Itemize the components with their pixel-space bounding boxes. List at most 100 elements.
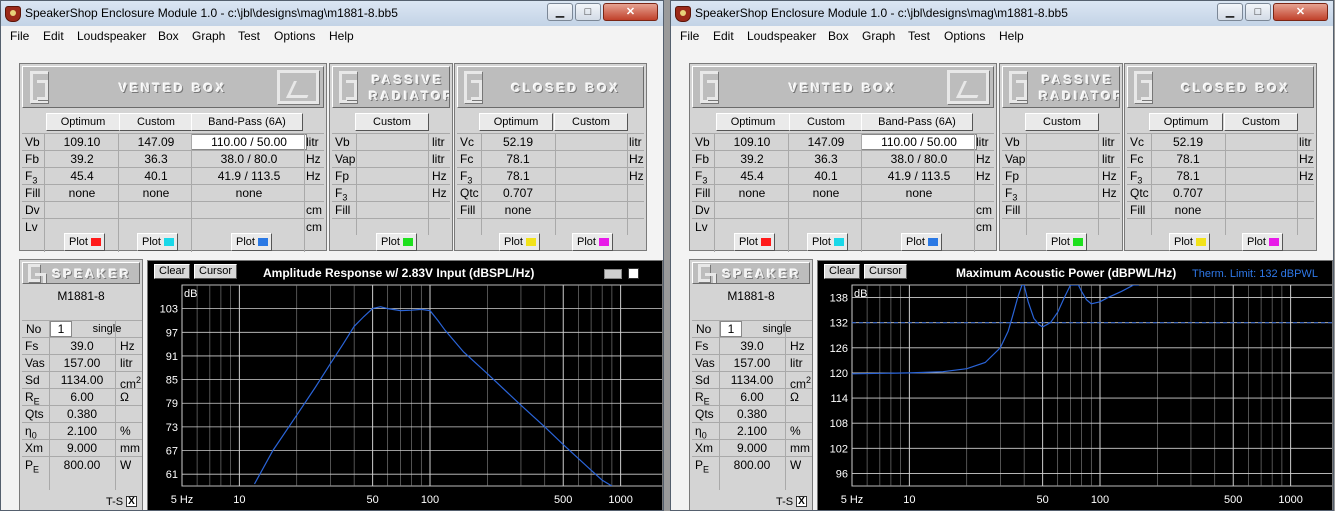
speaker-param-value[interactable]: 2.100 — [719, 423, 785, 439]
vented-plot-button-2[interactable]: Plot — [807, 233, 848, 251]
closed-value[interactable] — [1225, 168, 1299, 184]
speaker-param-value[interactable]: 6.00 — [49, 389, 115, 405]
vented-value[interactable] — [191, 202, 307, 218]
menu-options[interactable]: Options — [944, 29, 985, 43]
vented-value[interactable]: 38.0 / 80.0 — [191, 151, 307, 167]
closed-value[interactable]: 78.1 — [481, 168, 555, 184]
closed-value[interactable] — [555, 151, 629, 167]
response-chart[interactable]: dB103979185797367615 Hz10501005001000200… — [148, 261, 662, 511]
speaker-param-value[interactable]: 1134.00 — [719, 372, 785, 388]
minimize-button[interactable]: ▁ — [1217, 3, 1243, 21]
speaker-param-value[interactable]: 6.00 — [719, 389, 785, 405]
closed-optimum-button[interactable]: Optimum — [479, 113, 553, 131]
closed-value[interactable] — [555, 134, 629, 150]
speaker-param-value[interactable]: 39.0 — [719, 338, 785, 354]
vented-plot-button-1[interactable]: Plot — [64, 233, 105, 251]
vented-value[interactable]: none — [44, 185, 120, 201]
vented-optimum-button[interactable]: Optimum — [46, 113, 120, 131]
menu-options[interactable]: Options — [274, 29, 315, 43]
closed-custom-button[interactable]: Custom — [554, 113, 628, 131]
app-icon[interactable] — [675, 6, 691, 22]
closed-value[interactable]: 78.1 — [1151, 151, 1225, 167]
vented-value[interactable]: none — [714, 185, 790, 201]
vented-value[interactable]: 36.3 — [788, 151, 864, 167]
no-mode[interactable]: single — [744, 321, 810, 337]
closed-plot-button-1[interactable]: Plot — [1169, 233, 1210, 251]
vented-value[interactable]: 39.2 — [714, 151, 790, 167]
vented-value[interactable]: 45.4 — [714, 168, 790, 184]
closed-value[interactable]: 52.19 — [1151, 134, 1225, 150]
title-bar[interactable]: SpeakerShop Enclosure Module 1.0 - c:\jb… — [671, 1, 1333, 26]
menu-help[interactable]: Help — [999, 29, 1024, 43]
passive-plot-button[interactable]: Plot — [376, 233, 417, 251]
vented-optimum-button[interactable]: Optimum — [716, 113, 790, 131]
speaker-param-value[interactable]: 800.00 — [719, 457, 785, 473]
speaker-param-value[interactable]: 9.000 — [719, 440, 785, 456]
closed-plot-button-2[interactable]: Plot — [1242, 233, 1283, 251]
menu-box[interactable]: Box — [158, 29, 179, 43]
menu-box[interactable]: Box — [828, 29, 849, 43]
closed-custom-button[interactable]: Custom — [1224, 113, 1298, 131]
menu-loudspeaker[interactable]: Loudspeaker — [77, 29, 146, 43]
no-value[interactable]: 1 — [50, 321, 72, 337]
closed-value[interactable] — [555, 168, 629, 184]
minimize-button[interactable]: ▁ — [547, 3, 573, 21]
vented-value[interactable] — [118, 202, 194, 218]
vented-value[interactable]: 147.09 — [118, 134, 194, 150]
vented-plot-button-3[interactable]: Plot — [231, 233, 272, 251]
vented-custom-button[interactable]: Custom — [119, 113, 193, 131]
passive-plot-button[interactable]: Plot — [1046, 233, 1087, 251]
closed-value[interactable] — [1225, 202, 1299, 218]
vented-value[interactable]: 39.2 — [44, 151, 120, 167]
speaker-param-value[interactable]: 39.0 — [49, 338, 115, 354]
closed-value[interactable]: none — [481, 202, 555, 218]
closed-optimum-button[interactable]: Optimum — [1149, 113, 1223, 131]
vented-value[interactable]: 41.9 / 113.5 — [861, 168, 977, 184]
vented-plot-button-1[interactable]: Plot — [734, 233, 775, 251]
vented-value[interactable]: 36.3 — [118, 151, 194, 167]
speaker-param-value[interactable]: 9.000 — [49, 440, 115, 456]
closed-value[interactable] — [555, 185, 629, 201]
vented-value[interactable]: 147.09 — [788, 134, 864, 150]
close-button[interactable]: ✕ — [603, 3, 658, 21]
speaker-param-value[interactable]: 0.380 — [49, 406, 115, 422]
vented-value[interactable] — [861, 202, 977, 218]
no-mode[interactable]: single — [74, 321, 140, 337]
maximize-button[interactable]: □ — [575, 3, 601, 21]
closed-value[interactable]: 78.1 — [481, 151, 555, 167]
vented-value[interactable]: 110.00 / 50.00 — [191, 134, 307, 150]
vented-value[interactable] — [714, 202, 790, 218]
closed-value[interactable] — [1225, 185, 1299, 201]
speaker-param-value[interactable]: 157.00 — [719, 355, 785, 371]
speaker-model-name[interactable]: M1881-8 — [22, 288, 140, 304]
maximize-button[interactable]: □ — [1245, 3, 1271, 21]
speaker-param-value[interactable]: 0.380 — [719, 406, 785, 422]
menu-file[interactable]: File — [680, 29, 699, 43]
passive-custom-button[interactable]: Custom — [1025, 113, 1099, 131]
menu-graph[interactable]: Graph — [192, 29, 225, 43]
vented-value[interactable]: 41.9 / 113.5 — [191, 168, 307, 184]
menu-file[interactable]: File — [10, 29, 29, 43]
vented-plot-button-3[interactable]: Plot — [901, 233, 942, 251]
closed-plot-button-1[interactable]: Plot — [499, 233, 540, 251]
menu-test[interactable]: Test — [238, 29, 260, 43]
closed-value[interactable]: 78.1 — [1151, 168, 1225, 184]
title-bar[interactable]: SpeakerShop Enclosure Module 1.0 - c:\jb… — [1, 1, 663, 26]
vented-value[interactable]: 109.10 — [44, 134, 120, 150]
closed-value[interactable] — [1225, 151, 1299, 167]
menu-test[interactable]: Test — [908, 29, 930, 43]
closed-value[interactable] — [555, 202, 629, 218]
response-chart[interactable]: dB 138 132 126 120 114 108 102 96 5 Hz 10 50 100 500 1… — [818, 261, 1332, 511]
vented-value[interactable]: none — [191, 185, 307, 201]
vented-value[interactable]: none — [118, 185, 194, 201]
vented-plot-button-2[interactable]: Plot — [137, 233, 178, 251]
speaker-param-value[interactable]: 1134.00 — [49, 372, 115, 388]
closed-value[interactable]: 0.707 — [1151, 185, 1225, 201]
menu-loudspeaker[interactable]: Loudspeaker — [747, 29, 816, 43]
menu-graph[interactable]: Graph — [862, 29, 895, 43]
speaker-param-value[interactable]: 800.00 — [49, 457, 115, 473]
ts-checkbox[interactable]: X — [126, 496, 137, 507]
vented-value[interactable] — [44, 202, 120, 218]
vented-value[interactable]: 40.1 — [788, 168, 864, 184]
vented-custom-button[interactable]: Custom — [789, 113, 863, 131]
